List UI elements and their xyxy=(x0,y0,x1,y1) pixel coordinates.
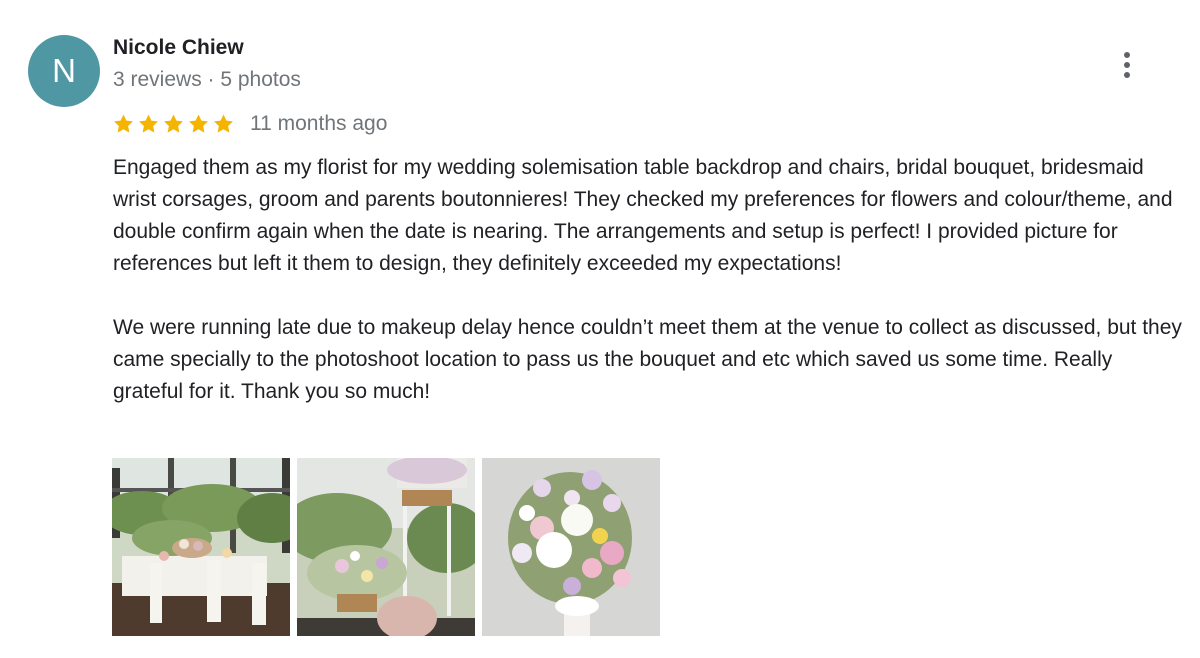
review-photo[interactable] xyxy=(112,458,290,636)
star-rating xyxy=(111,112,236,136)
review-paragraph: We were running late due to makeup delay… xyxy=(113,316,1182,403)
star-icon xyxy=(114,114,133,133)
review-photo[interactable] xyxy=(297,458,475,636)
review-photos xyxy=(112,458,660,636)
rating-row: 11 months ago xyxy=(111,110,387,138)
more-vert-icon xyxy=(1124,52,1130,58)
more-options-button[interactable] xyxy=(1110,48,1144,82)
reviewer-meta: 3 reviews · 5 photos xyxy=(113,68,301,91)
star-icon xyxy=(189,114,208,133)
reviewer-name[interactable]: Nicole Chiew xyxy=(113,36,244,60)
review-paragraph: Engaged them as my florist for my weddin… xyxy=(113,156,1173,275)
review-time: 11 months ago xyxy=(250,112,388,135)
review-text: Engaged them as my florist for my weddin… xyxy=(113,152,1183,408)
avatar[interactable]: N xyxy=(28,35,100,107)
review-card: N Nicole Chiew 3 reviews · 5 photos 11 m… xyxy=(0,0,1200,658)
star-icon xyxy=(139,114,158,133)
review-photo[interactable] xyxy=(482,458,660,636)
star-icon xyxy=(214,114,233,133)
star-icon xyxy=(164,114,183,133)
